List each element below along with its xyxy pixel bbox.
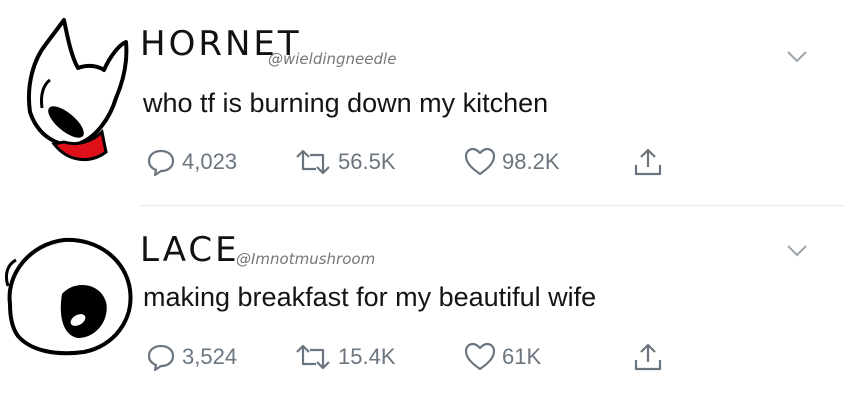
tweet-actions: 4,023 56.5K 98.2K xyxy=(146,147,746,177)
avatar[interactable] xyxy=(18,14,133,164)
retweet-count: 15.4K xyxy=(338,344,396,369)
share-icon xyxy=(634,343,662,371)
handle[interactable]: @Imnotmushroom xyxy=(236,250,375,268)
tweet-actions: 3,524 15.4K 61K xyxy=(146,342,746,372)
tweet[interactable]: HORNET @wieldingneedle who tf is burning… xyxy=(0,0,845,205)
reply-button[interactable]: 4,023 xyxy=(146,147,237,177)
like-count: 61K xyxy=(502,344,542,369)
reply-count: 4,023 xyxy=(182,149,238,174)
chevron-down-icon[interactable] xyxy=(786,244,808,258)
tweet[interactable]: LACE @Imnotmushroom making breakfast for… xyxy=(0,206,845,393)
like-icon xyxy=(464,147,496,176)
retweet-button[interactable]: 56.5K xyxy=(294,147,396,177)
avatar[interactable] xyxy=(2,234,137,364)
tweet-text: making breakfast for my beautiful wife xyxy=(143,282,597,312)
like-button[interactable]: 98.2K xyxy=(464,147,560,177)
share-icon xyxy=(634,148,662,176)
reply-button[interactable]: 3,524 xyxy=(146,342,237,372)
handle[interactable]: @wieldingneedle xyxy=(268,50,396,68)
like-count: 98.2K xyxy=(502,149,560,174)
reply-icon xyxy=(147,149,175,177)
retweet-count: 56.5K xyxy=(338,149,396,174)
chevron-down-icon[interactable] xyxy=(786,50,808,64)
share-button[interactable] xyxy=(633,342,663,372)
like-icon xyxy=(464,342,496,371)
reply-icon xyxy=(147,344,175,372)
retweet-icon xyxy=(296,344,330,370)
share-button[interactable] xyxy=(633,147,663,177)
retweet-icon xyxy=(296,149,330,175)
tweet-text: who tf is burning down my kitchen xyxy=(143,88,549,118)
reply-count: 3,524 xyxy=(182,344,238,369)
like-button[interactable]: 61K xyxy=(464,342,541,372)
display-name[interactable]: LACE xyxy=(140,230,240,270)
retweet-button[interactable]: 15.4K xyxy=(294,342,396,372)
